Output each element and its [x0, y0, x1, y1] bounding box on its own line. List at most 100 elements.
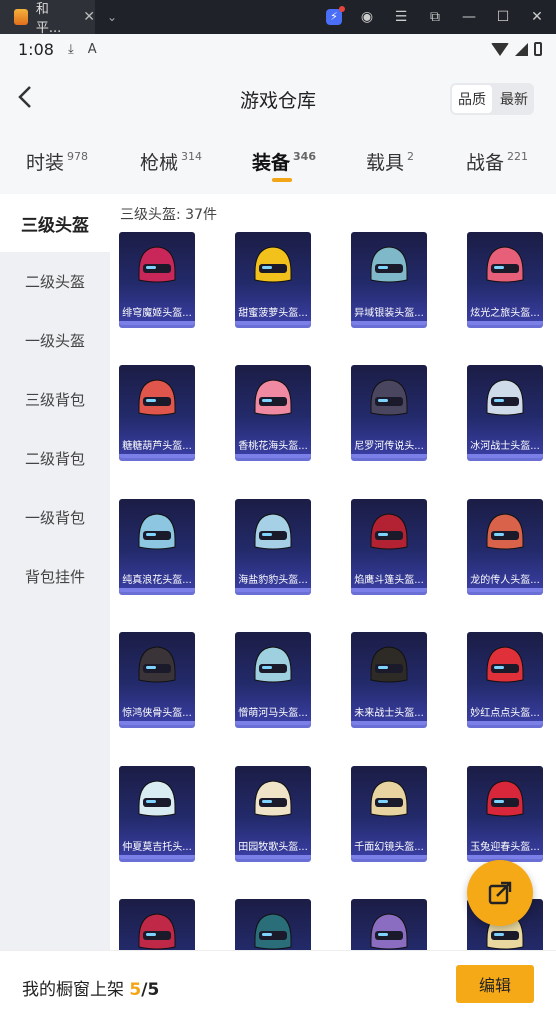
- helmet-item-card[interactable]: 憎萌河马头盔...: [235, 632, 311, 725]
- rarity-stripe: [119, 721, 195, 725]
- rarity-stripe: [351, 588, 427, 592]
- minimize-icon[interactable]: —: [460, 9, 478, 25]
- menu-icon[interactable]: ☰: [392, 9, 410, 25]
- rarity-stripe: [467, 588, 543, 592]
- rarity-stripe: [467, 454, 543, 458]
- rarity-stripe: [467, 321, 543, 325]
- tab-count: 314: [181, 150, 203, 163]
- helmet-item-label: 千面幻镜头盔...: [354, 842, 424, 853]
- tab-list-chevron-icon[interactable]: ⌄: [107, 10, 117, 24]
- sort-quality-button[interactable]: 品质: [452, 85, 492, 113]
- close-window-icon[interactable]: ✕: [528, 9, 546, 25]
- helmet-item-card[interactable]: 焰鹰斗篷头盔...: [351, 499, 427, 592]
- subcategory-sidebar: 三级头盔 二级头盔 一级头盔 三级背包 二级背包 一级背包 背包挂件: [0, 194, 110, 950]
- helmet-icon: [486, 780, 524, 817]
- helmet-item-card[interactable]: 异域银装头盔...: [351, 232, 427, 325]
- helmet-item-card[interactable]: 惊鸿侠骨头盔...: [119, 632, 195, 725]
- sidebar-item-level3-helmet[interactable]: 三级头盔: [0, 194, 110, 252]
- helmet-item-card[interactable]: 甜蜜菠萝头盔...: [235, 232, 311, 325]
- battery-icon: [534, 42, 542, 56]
- maximize-icon[interactable]: ☐: [494, 9, 512, 25]
- rarity-stripe: [235, 454, 311, 458]
- tab-combat-supplies[interactable]: 战备 221: [466, 148, 528, 175]
- helmet-item-label: 香桃花海头盔...: [238, 441, 308, 452]
- helmet-item-card[interactable]: 未来战士头盔...: [351, 632, 427, 725]
- edit-button[interactable]: 编辑: [456, 965, 534, 1003]
- helmet-item-card[interactable]: 千面幻镜头盔...: [351, 766, 427, 859]
- helmet-item-card[interactable]: 仲夏莫吉托头...: [119, 766, 195, 859]
- helmet-item-card[interactable]: 炫光之旅头盔...: [467, 232, 543, 325]
- helmet-icon: [370, 513, 408, 550]
- helmet-icon: [370, 913, 408, 950]
- helmet-item-card[interactable]: 田园牧歌头盔...: [235, 766, 311, 859]
- helmet-item-label: 仲夏莫吉托头...: [122, 842, 192, 853]
- tab-equipment[interactable]: 装备 346: [252, 148, 316, 182]
- rarity-stripe: [467, 721, 543, 725]
- rarity-stripe: [351, 855, 427, 859]
- tab-vehicles[interactable]: 载具 2: [366, 148, 414, 175]
- helmet-icon: [370, 646, 408, 683]
- helmet-item-card[interactable]: 纯真浪花头盔...: [119, 499, 195, 592]
- helmet-item-card[interactable]: [119, 899, 195, 950]
- helmet-icon: [370, 246, 408, 283]
- rarity-stripe: [235, 588, 311, 592]
- browser-tab[interactable]: 和平... ✕: [0, 0, 95, 36]
- sidebar-item-level3-backpack[interactable]: 三级背包: [0, 370, 110, 429]
- helmet-icon: [254, 913, 292, 950]
- helmet-icon: [138, 780, 176, 817]
- rarity-stripe: [119, 454, 195, 458]
- helmet-item-label: 甜蜜菠萝头盔...: [238, 308, 308, 319]
- sort-newest-button[interactable]: 最新: [494, 83, 534, 115]
- helmet-icon: [138, 513, 176, 550]
- sidebar-item-level2-backpack[interactable]: 二级背包: [0, 429, 110, 488]
- tab-count: 978: [67, 150, 89, 163]
- helmet-icon: [254, 246, 292, 283]
- helmet-item-label: 冰河战士头盔...: [470, 441, 540, 452]
- sidebar-item-backpack-pendant[interactable]: 背包挂件: [0, 547, 110, 606]
- helmet-item-card[interactable]: 妙红点点头盔...: [467, 632, 543, 725]
- helmet-icon: [138, 379, 176, 416]
- helmet-item-card[interactable]: 糖糖葫芦头盔...: [119, 365, 195, 458]
- helmet-icon: [370, 780, 408, 817]
- status-bar: 1:08 ⤓ A: [0, 34, 556, 64]
- share-fab-button[interactable]: [467, 860, 533, 926]
- helmet-item-label: 龙的传人头盔...: [470, 575, 540, 586]
- helmet-item-card[interactable]: 香桃花海头盔...: [235, 365, 311, 458]
- download-icon: ⤓: [67, 41, 74, 57]
- helmet-item-card[interactable]: 玉兔迎春头盔...: [467, 766, 543, 859]
- sidebar-item-level1-backpack[interactable]: 一级背包: [0, 488, 110, 547]
- helmet-item-label: 惊鸿侠骨头盔...: [122, 708, 192, 719]
- helmet-item-card[interactable]: 尼罗河传说头...: [351, 365, 427, 458]
- app-header: 游戏仓库 品质 最新: [0, 64, 556, 132]
- helmet-icon: [254, 780, 292, 817]
- rarity-stripe: [351, 721, 427, 725]
- sidebar-item-level2-helmet[interactable]: 二级头盔: [0, 252, 110, 311]
- helmet-item-label: 未来战士头盔...: [354, 708, 424, 719]
- helmet-item-card[interactable]: 龙的传人头盔...: [467, 499, 543, 592]
- helmet-item-card[interactable]: [235, 899, 311, 950]
- rarity-stripe: [235, 855, 311, 859]
- helmet-item-card[interactable]: [351, 899, 427, 950]
- rarity-stripe: [119, 321, 195, 325]
- tab-close-icon[interactable]: ✕: [83, 9, 95, 25]
- helmet-icon: [138, 246, 176, 283]
- showcase-footer: 我的橱窗上架 5/5 编辑: [0, 950, 556, 1019]
- helmet-item-card[interactable]: 绯穹魔姬头盔...: [119, 232, 195, 325]
- category-tabs: 时装 978 枪械 314 装备 346 载具 2 战备 221: [0, 132, 556, 194]
- status-time: 1:08: [18, 39, 54, 59]
- helmet-item-card[interactable]: 冰河战士头盔...: [467, 365, 543, 458]
- lightning-icon[interactable]: ⚡: [326, 6, 345, 25]
- sidebar-item-level1-helmet[interactable]: 一级头盔: [0, 311, 110, 370]
- helmet-item-label: 玉兔迎春头盔...: [470, 842, 540, 853]
- screenshot-icon[interactable]: ⧉: [426, 9, 444, 25]
- rarity-stripe: [119, 855, 195, 859]
- account-icon[interactable]: ◉: [358, 9, 376, 25]
- tab-fashion[interactable]: 时装 978: [26, 148, 88, 175]
- tab-title: 和平...: [35, 2, 62, 36]
- helmet-item-label: 异域银装头盔...: [354, 308, 424, 319]
- helmet-item-label: 妙红点点头盔...: [470, 708, 540, 719]
- tab-count: 221: [507, 150, 529, 163]
- wifi-icon: [491, 42, 509, 56]
- tab-guns[interactable]: 枪械 314: [140, 148, 202, 175]
- helmet-item-card[interactable]: 海盐豹豹头盔...: [235, 499, 311, 592]
